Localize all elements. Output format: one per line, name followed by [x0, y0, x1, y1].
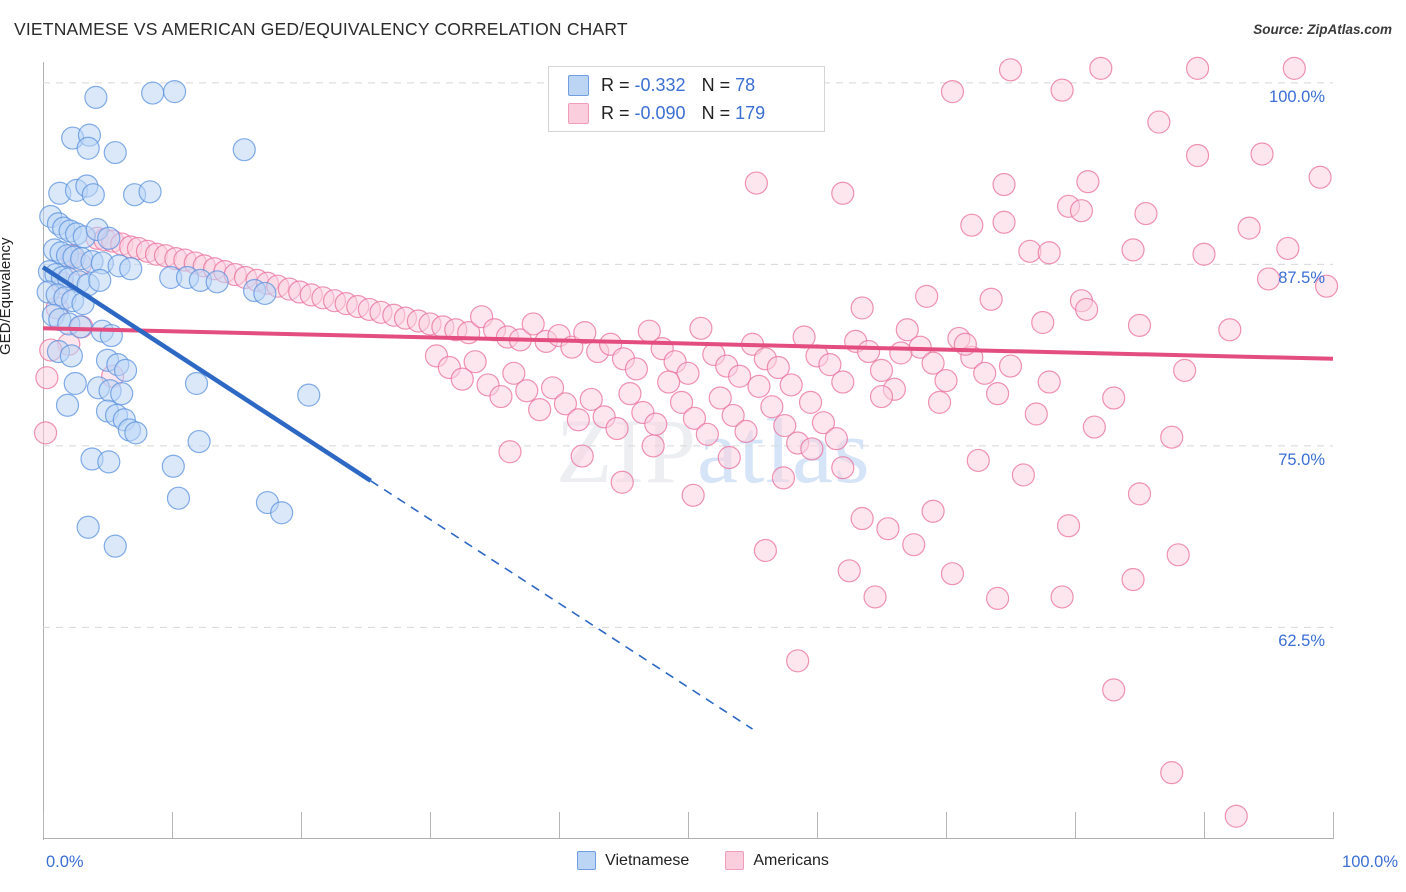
- y-tick-label: 75.0%: [1278, 450, 1325, 469]
- chart-root: VIETNAMESE VS AMERICAN GED/EQUIVALENCY C…: [0, 0, 1406, 892]
- r-label-americans: R =: [601, 102, 635, 123]
- stats-swatch-vietnamese: [568, 74, 589, 96]
- legend-swatch-vietnamese: [577, 851, 597, 870]
- trendline-vietnamese: [41, 265, 372, 483]
- stats-swatch-americans: [568, 102, 589, 124]
- trendline-americans: [42, 326, 1334, 361]
- y-tick-label: 87.5%: [1278, 269, 1325, 288]
- r-label-vietnamese: R =: [601, 74, 635, 95]
- legend-swatch-americans: [725, 851, 745, 870]
- legend-item-vietnamese[interactable]: Vietnamese: [577, 851, 689, 870]
- x-tick: [688, 812, 689, 838]
- x-tick: [301, 812, 302, 838]
- correlation-stats-box: R = -0.332 N = 78 R = -0.090 N = 179: [548, 66, 825, 132]
- y-tick-label: 62.5%: [1278, 632, 1325, 651]
- x-tick: [430, 812, 431, 838]
- legend-item-americans[interactable]: Americans: [725, 851, 829, 870]
- r-value-americans: -0.090: [634, 102, 686, 123]
- stats-row-americans: R = -0.090 N = 179: [549, 98, 824, 128]
- trendlines-layer: [41, 265, 1334, 730]
- stats-text-americans: R = -0.090 N = 179: [601, 103, 765, 124]
- series-legend: Vietnamese Americans: [0, 851, 1406, 870]
- n-value-americans: 179: [735, 102, 766, 123]
- x-tick: [817, 812, 818, 838]
- n-label-vietnamese: N =: [701, 74, 736, 95]
- stats-text-vietnamese: R = -0.332 N = 78: [601, 75, 755, 96]
- legend-label-americans: Americans: [753, 851, 829, 869]
- x-tick: [1075, 812, 1076, 838]
- source-attribution: Source: ZipAtlas.com: [1253, 22, 1392, 37]
- trendline-vietnamese-projection: [370, 480, 753, 730]
- legend-label-vietnamese: Vietnamese: [605, 851, 690, 869]
- page-title: VIETNAMESE VS AMERICAN GED/EQUIVALENCY C…: [14, 19, 628, 39]
- plot-area: 100.0% 87.5% 75.0% 62.5%: [33, 56, 1339, 838]
- x-axis-line: [43, 838, 1334, 839]
- stats-row-vietnamese: R = -0.332 N = 78: [549, 70, 824, 100]
- y-tick-label: 100.0%: [1269, 87, 1325, 106]
- n-value-vietnamese: 78: [735, 74, 756, 95]
- x-tick: [172, 812, 173, 838]
- y-axis-title: GED/Equivalency: [0, 237, 14, 355]
- x-tick: [559, 812, 560, 838]
- x-tick: [1204, 812, 1205, 838]
- x-tick: [43, 812, 44, 838]
- x-tick: [1333, 812, 1334, 838]
- n-label-americans: N =: [701, 102, 736, 123]
- r-value-vietnamese: -0.332: [634, 74, 686, 95]
- x-tick: [946, 812, 947, 838]
